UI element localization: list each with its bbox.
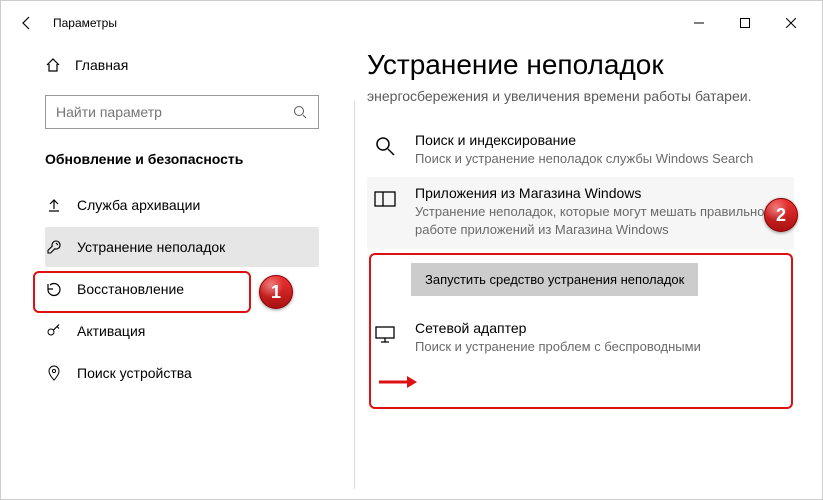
ts-desc: Поиск и устранение проблем с беспроводны… bbox=[415, 338, 701, 356]
upload-icon bbox=[45, 197, 63, 213]
sidebar-item-troubleshoot[interactable]: Устранение неполадок bbox=[45, 227, 319, 267]
run-troubleshooter-button[interactable]: Запустить средство устранения неполадок bbox=[411, 263, 698, 296]
ts-title: Приложения из Магазина Windows bbox=[415, 185, 790, 201]
page-subdesc: энергосбережения и увеличения времени ра… bbox=[367, 87, 794, 106]
search-icon bbox=[292, 104, 308, 120]
ts-desc: Поиск и устранение неполадок службы Wind… bbox=[415, 150, 753, 168]
key-icon bbox=[45, 323, 63, 339]
home-nav[interactable]: Главная bbox=[45, 45, 319, 85]
search-input[interactable] bbox=[56, 104, 292, 120]
category-header: Обновление и безопасность bbox=[45, 151, 319, 167]
wrench-icon bbox=[45, 239, 63, 255]
home-label: Главная bbox=[75, 57, 128, 73]
troubleshoot-item-network[interactable]: Сетевой адаптер Поиск и устранение пробл… bbox=[367, 312, 794, 366]
troubleshoot-item-store-apps[interactable]: Приложения из Магазина Windows Устранени… bbox=[367, 177, 794, 248]
maximize-button[interactable] bbox=[722, 7, 768, 39]
window-controls bbox=[676, 7, 814, 39]
sidebar: Главная Обновление и безопасность Служба… bbox=[1, 45, 339, 499]
nav-label: Служба архивации bbox=[77, 197, 200, 213]
close-button[interactable] bbox=[768, 7, 814, 39]
ts-desc: Устранение неполадок, которые могут меша… bbox=[415, 203, 790, 238]
ts-title: Сетевой адаптер bbox=[415, 320, 701, 336]
apps-icon bbox=[371, 185, 399, 238]
search-input-container[interactable] bbox=[45, 95, 319, 129]
troubleshoot-item-search[interactable]: Поиск и индексирование Поиск и устранени… bbox=[367, 124, 794, 178]
sidebar-item-activation[interactable]: Активация bbox=[45, 311, 319, 351]
sidebar-item-find-device[interactable]: Поиск устройства bbox=[45, 353, 319, 393]
recovery-icon bbox=[45, 281, 63, 297]
location-icon bbox=[45, 365, 63, 381]
titlebar: Параметры bbox=[1, 1, 822, 45]
back-button[interactable] bbox=[9, 5, 45, 41]
page-title: Устранение неполадок bbox=[367, 49, 794, 81]
nav-label: Поиск устройства bbox=[77, 365, 192, 381]
home-icon bbox=[45, 57, 61, 73]
window-title: Параметры bbox=[53, 16, 117, 30]
nav-label: Устранение неполадок bbox=[77, 239, 225, 255]
sidebar-item-backup[interactable]: Служба архивации bbox=[45, 185, 319, 225]
network-icon bbox=[371, 320, 399, 356]
nav-label: Восстановление bbox=[77, 281, 184, 297]
search-icon bbox=[371, 132, 399, 168]
minimize-button[interactable] bbox=[676, 7, 722, 39]
sidebar-item-recovery[interactable]: Восстановление bbox=[45, 269, 319, 309]
nav-label: Активация bbox=[77, 323, 145, 339]
main-panel: Устранение неполадок энергосбережения и … bbox=[339, 45, 822, 499]
ts-title: Поиск и индексирование bbox=[415, 132, 753, 148]
